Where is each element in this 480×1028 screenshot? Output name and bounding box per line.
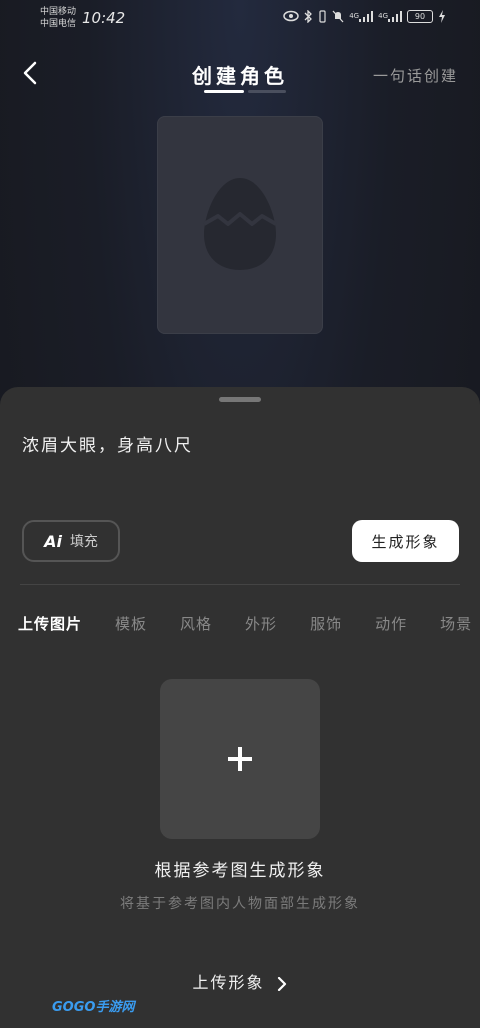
ai-fill-button[interactable]: Ai 填充 bbox=[22, 520, 120, 562]
bottom-sheet: 浓眉大眼，身高八尺 Ai 填充 生成形象 上传图片 模板 风格 外形 服饰 动作… bbox=[0, 387, 480, 1028]
title-indicator-active bbox=[204, 90, 244, 93]
charging-icon bbox=[438, 9, 446, 23]
status-icons: 4G 4G 90 bbox=[283, 9, 446, 23]
divider bbox=[20, 584, 460, 585]
carrier-1: 中国移动 bbox=[40, 7, 77, 17]
bluetooth-icon bbox=[304, 9, 313, 23]
header: 创建角色 一句话创建 bbox=[0, 52, 480, 98]
upload-title: 根据参考图生成形象 bbox=[154, 861, 326, 881]
upload-image-button[interactable] bbox=[160, 679, 320, 839]
mute-icon bbox=[332, 9, 344, 23]
ai-label: Ai bbox=[44, 531, 62, 551]
battery-icon: 90 bbox=[407, 9, 433, 23]
one-sentence-create-button[interactable]: 一句话创建 bbox=[373, 65, 458, 86]
carrier-2: 中国电信 bbox=[40, 19, 77, 29]
signal-2-icon: 4G bbox=[378, 9, 402, 23]
title-indicator bbox=[248, 90, 286, 93]
signal-1-icon: 4G bbox=[349, 9, 374, 23]
tab-scene[interactable]: 场景 bbox=[440, 613, 472, 634]
upload-image-link[interactable]: 上传形象 bbox=[0, 969, 480, 993]
tab-upload-image[interactable]: 上传图片 bbox=[18, 613, 82, 634]
upload-subtitle: 将基于参考图内人物面部生成形象 bbox=[120, 896, 360, 912]
status-time: 10:42 bbox=[82, 9, 126, 27]
egg-placeholder-icon bbox=[203, 178, 277, 270]
tab-style[interactable]: 风格 bbox=[180, 613, 212, 634]
status-bar: 中国移动 中国电信 10:42 4G 4G 90 bbox=[0, 0, 480, 36]
vibrate-icon bbox=[318, 9, 327, 23]
carrier-info: 中国移动 中国电信 bbox=[40, 6, 76, 30]
tab-action[interactable]: 动作 bbox=[375, 613, 407, 634]
tab-appearance[interactable]: 外形 bbox=[245, 613, 277, 634]
character-preview-card bbox=[157, 116, 323, 334]
prompt-input[interactable]: 浓眉大眼，身高八尺 bbox=[22, 431, 193, 456]
eye-icon bbox=[283, 9, 299, 23]
plus-icon bbox=[228, 747, 252, 771]
sheet-drag-handle[interactable] bbox=[219, 397, 261, 402]
ai-fill-label: 填充 bbox=[69, 534, 98, 550]
chevron-right-icon bbox=[277, 976, 286, 991]
tab-clothing[interactable]: 服饰 bbox=[310, 613, 342, 634]
tab-template[interactable]: 模板 bbox=[115, 613, 147, 634]
category-tabs: 上传图片 模板 风格 外形 服饰 动作 场景 bbox=[18, 613, 480, 634]
upload-link-label: 上传形象 bbox=[192, 973, 265, 992]
signal-2-label: 4G bbox=[378, 12, 388, 20]
watermark-logo: GOGO手游网 bbox=[52, 1000, 135, 1015]
signal-1-label: 4G bbox=[349, 12, 360, 20]
generate-image-button[interactable]: 生成形象 bbox=[352, 520, 459, 562]
